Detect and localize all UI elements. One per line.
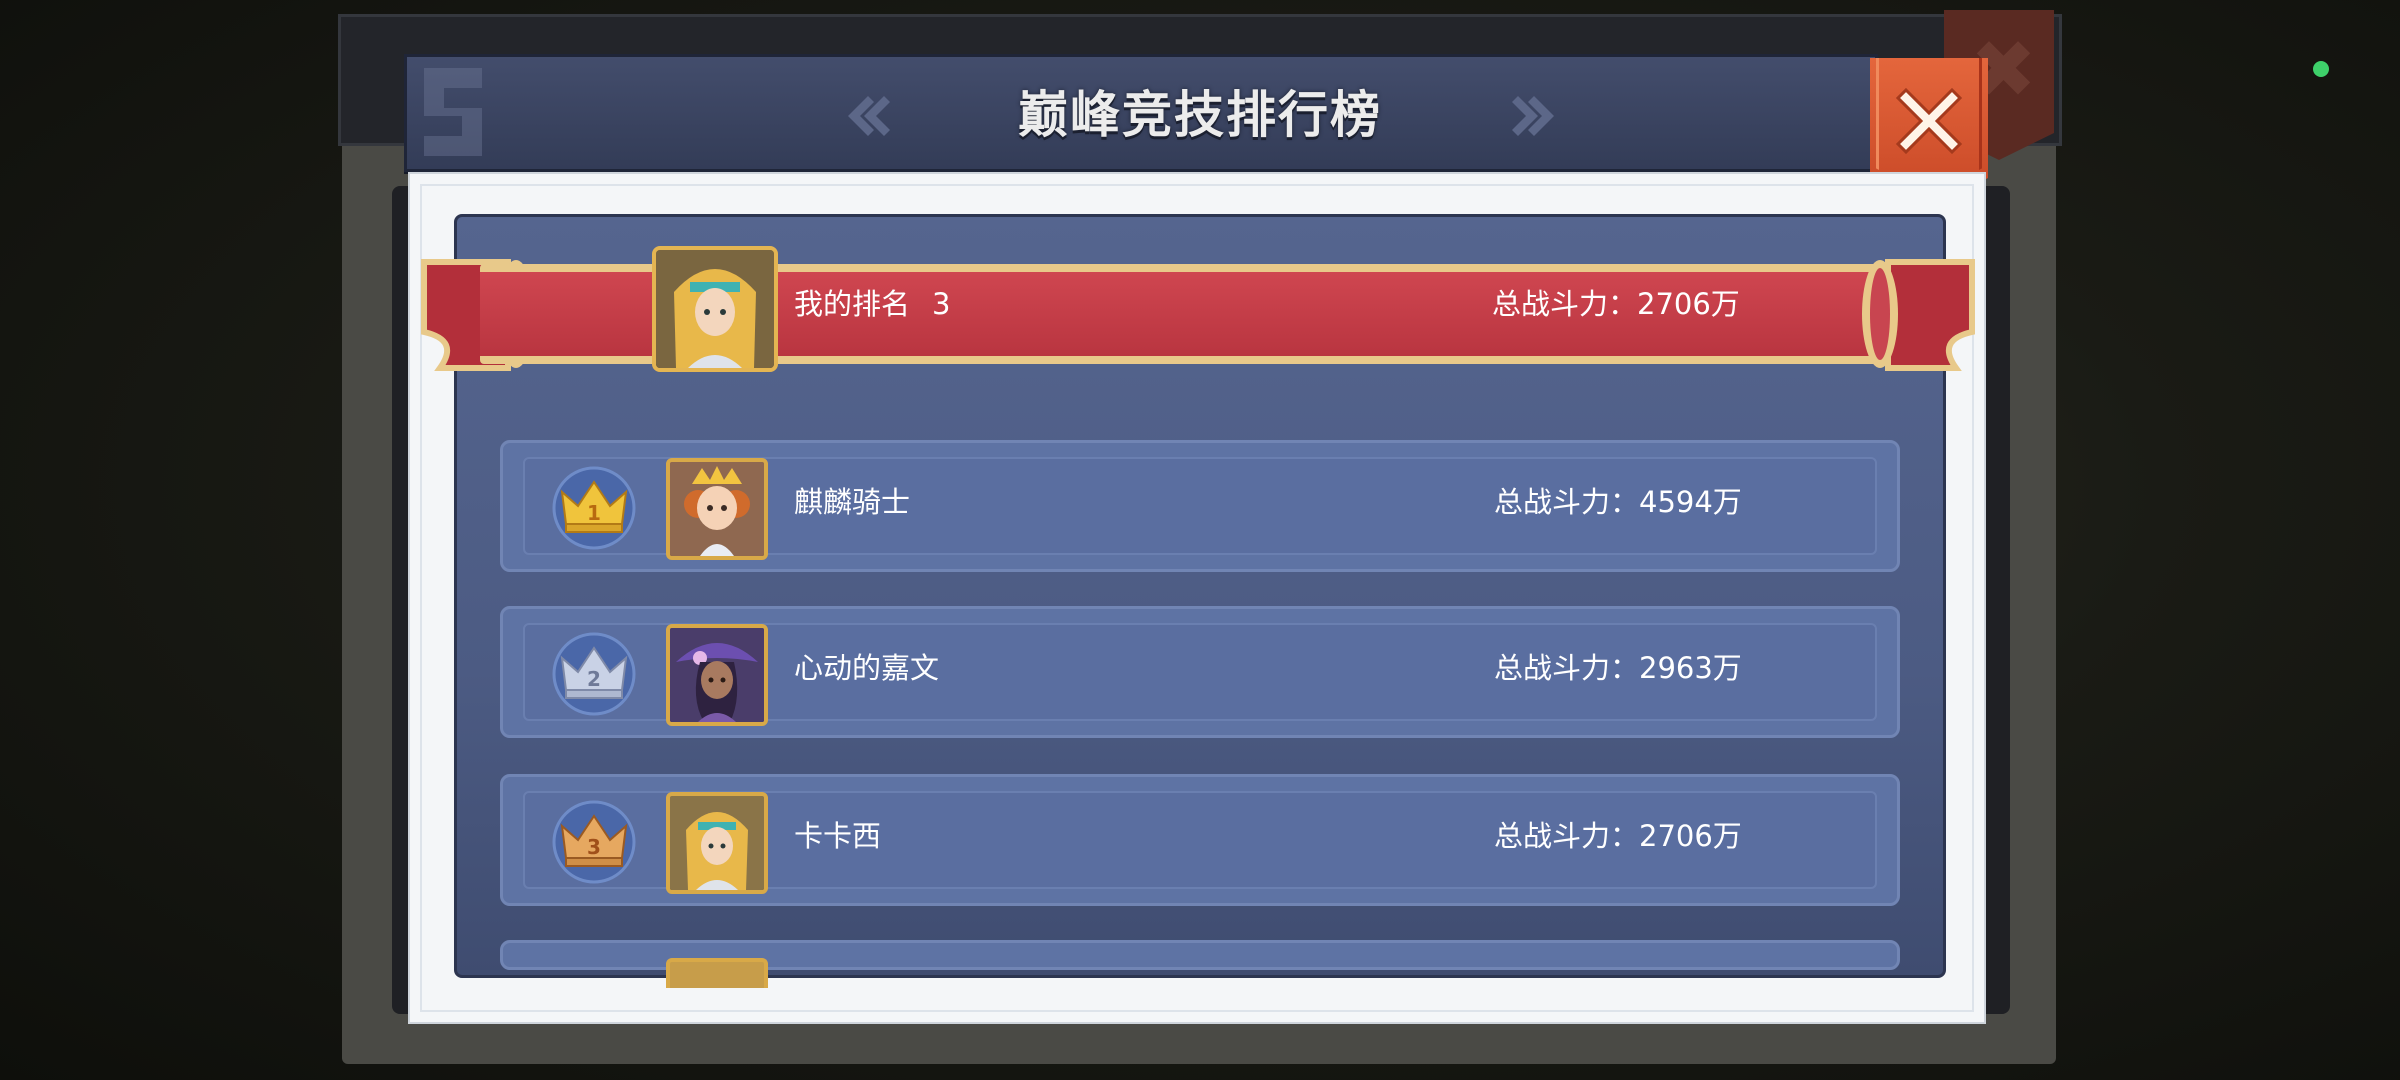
close-x-icon [1895, 87, 1963, 155]
my-rank-value: 3 [932, 287, 951, 321]
avatar-portrait-icon [670, 462, 764, 556]
prev-page-button[interactable] [838, 88, 894, 144]
status-indicator-dot [2313, 61, 2329, 77]
next-page-button[interactable] [1508, 88, 1564, 144]
player-name: 麒麟骑士 [794, 485, 911, 519]
header-corner-ornament [424, 68, 482, 156]
my-avatar[interactable] [652, 246, 778, 372]
rank-number: 1 [587, 501, 601, 525]
rank-number: 3 [587, 835, 601, 859]
player-power: 总战斗力：4594万 [1494, 485, 1742, 519]
player-power: 总战斗力：2963万 [1494, 651, 1742, 685]
player-avatar[interactable] [666, 792, 768, 894]
player-avatar[interactable] [666, 624, 768, 726]
player-name: 卡卡西 [794, 819, 882, 853]
avatar-portrait-icon [670, 796, 764, 890]
player-name: 心动的嘉文 [794, 651, 940, 685]
bronze-crown-icon: 3 [552, 800, 636, 884]
player-avatar-partial [666, 958, 768, 988]
my-power: 总战斗力：2706万 [1492, 287, 1740, 321]
silver-crown-icon: 2 [552, 632, 636, 716]
avatar-portrait-icon [656, 250, 774, 368]
my-rank-label: 我的排名 [794, 287, 911, 321]
gold-crown-icon: 1 [552, 466, 636, 550]
popup-title: 巅峰竞技排行榜 [1018, 86, 1382, 144]
player-avatar[interactable] [666, 458, 768, 560]
player-power: 总战斗力：2706万 [1494, 819, 1742, 853]
ribbon-right-tail [1862, 259, 1975, 371]
avatar-portrait-icon [670, 628, 764, 722]
double-chevron-right-icon [1512, 96, 1554, 136]
rank-number: 2 [587, 667, 601, 691]
double-chevron-left-icon [848, 96, 890, 136]
